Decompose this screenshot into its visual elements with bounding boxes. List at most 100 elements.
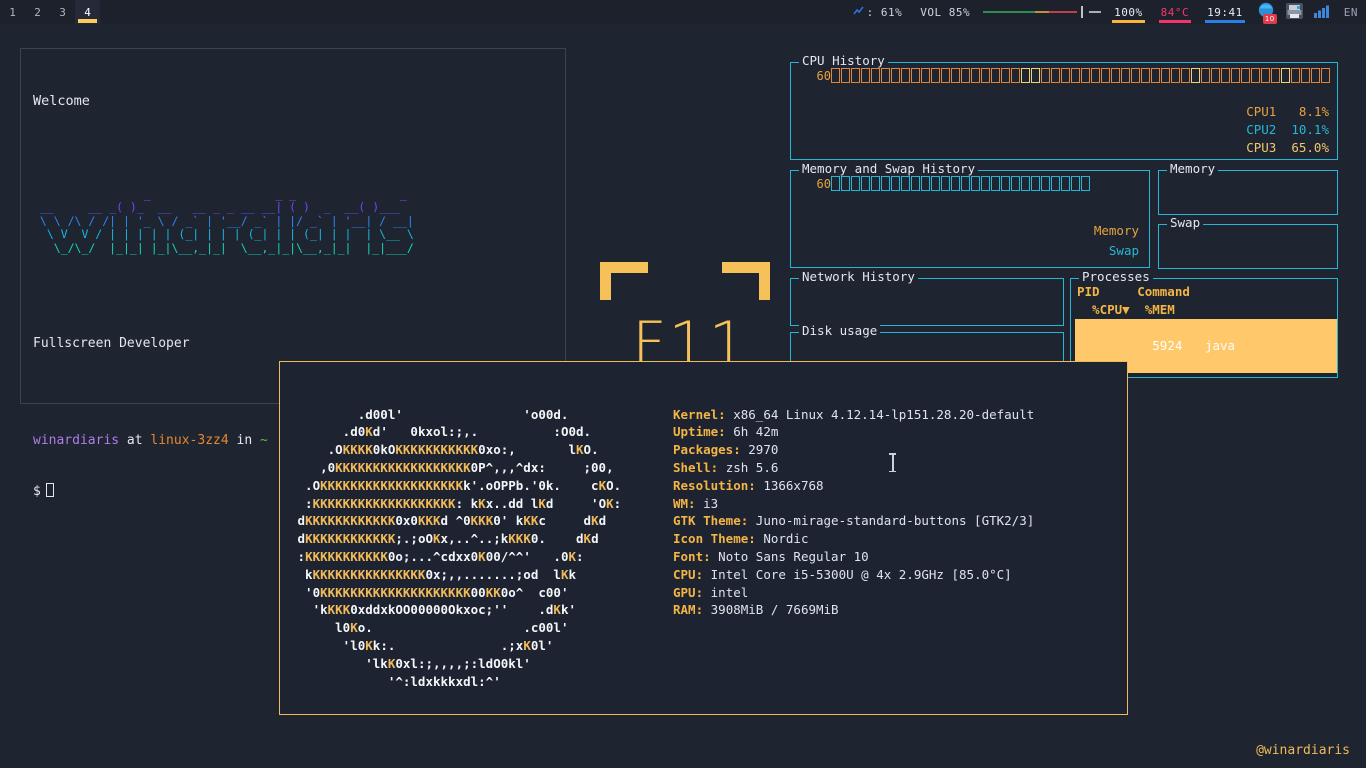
neofetch-info-key: Kernel:: [673, 406, 726, 422]
cpu-history-bar: [1291, 68, 1300, 83]
workspace-button-3[interactable]: 3: [50, 0, 75, 24]
neofetch-info-key: WM:: [673, 495, 696, 511]
cpu-history-bar: [871, 68, 880, 83]
brightness-label: : 61%: [866, 5, 903, 19]
processes-header-row-1[interactable]: PID Command: [1077, 283, 1337, 301]
language-block[interactable]: EN: [1335, 0, 1360, 24]
neofetch-info-value: zsh 5.6: [725, 459, 779, 475]
desktop-root: 1 2 3 4 : 61% VOL 85% 100% 84°C 19:41 10…: [0, 0, 1366, 768]
neofetch-info-key: Font:: [673, 548, 711, 564]
cpu1-name: CPU1: [1246, 104, 1277, 119]
volume-block[interactable]: VOL 85%: [911, 0, 979, 24]
neofetch-info-value: 3908MiB / 7669MiB: [710, 602, 839, 618]
ascii-line-4: \ V V / | | | | | (_| | | | (_| | | (_| …: [33, 227, 414, 242]
brightness-block[interactable]: : 61%: [844, 0, 912, 24]
neofetch-terminal-window[interactable]: .d00l' 'o00d. .d0Kd' 0kxol:;,. :O0d. .OK…: [279, 361, 1128, 715]
neofetch-info-value: Nordic: [763, 531, 809, 547]
tray-printer[interactable]: [1280, 0, 1309, 24]
cpu-history-bar: [1171, 68, 1180, 83]
memswap-history-body: 60 Memory Swap: [791, 171, 1149, 267]
battery-block[interactable]: 100%: [1105, 0, 1152, 24]
cpu-history-bar: [1111, 68, 1120, 83]
cpu-history-bar: [841, 68, 850, 83]
cpu-history-bar: [1231, 68, 1240, 83]
ascii-art-line: kKKKKKKKKKKKKKKK0x;,,.......;od lKk: [290, 566, 576, 582]
workspace-list: 1 2 3 4: [0, 0, 100, 24]
cpu-history-panel[interactable]: CPU History 60 CPU1 8.1% CPU2 10.1% CPU3…: [790, 54, 1338, 160]
memswap-history-bar: [931, 176, 940, 191]
prompt-at: at: [126, 433, 143, 449]
text-cursor: [45, 483, 54, 498]
system-monitor-window[interactable]: CPU History 60 CPU1 8.1% CPU2 10.1% CPU3…: [776, 48, 1338, 378]
i3-status-bar: 1 2 3 4 : 61% VOL 85% 100% 84°C 19:41 10…: [0, 0, 1366, 24]
memswap-history-bar: [1021, 176, 1030, 191]
updates-icon: 10: [1257, 2, 1277, 24]
neofetch-info-value: 6h 42m: [733, 424, 779, 440]
ascii-art-line: ,0KKKKKKKKKKKKKKKKKK0P^,,,^dx: ;00,: [290, 459, 614, 475]
process-command: java: [1204, 338, 1236, 353]
ascii-art-line: 'kKKK0xddxkOO00000Okxoc;'' .dKk': [290, 602, 577, 618]
workspace-button-2[interactable]: 2: [25, 0, 50, 24]
cpu-history-bar: [861, 68, 870, 83]
cpu-history-bar: [891, 68, 900, 83]
cpu-history-bar: [1251, 68, 1260, 83]
cpu3-name: CPU3: [1246, 140, 1277, 155]
cpu-history-bar: [1121, 68, 1130, 83]
clock-block[interactable]: 19:41: [1198, 0, 1252, 24]
neofetch-info-key: GTK Theme:: [673, 513, 749, 529]
welcome-ascii-banner: _ _ _ _ __ __ _( )_ __ __ _ _ __ __| ( )…: [33, 187, 553, 255]
cpu-history-body: 60 CPU1 8.1% CPU2 10.1% CPU3 65.0%: [791, 63, 1337, 159]
network-history-panel[interactable]: Network History: [790, 270, 1064, 326]
battery-underline: [1112, 20, 1145, 23]
cpu-history-bar: [1101, 68, 1110, 83]
legend-memory: Memory: [1093, 223, 1139, 238]
temperature-block[interactable]: 84°C: [1152, 0, 1199, 24]
cpu-history-bar: [931, 68, 940, 83]
cpu-history-bar: [1281, 68, 1290, 83]
neofetch-info-value: Intel Core i5-5300U @ 4x 2.9GHz [85.0°C]: [710, 566, 1012, 582]
ascii-art-line: .OKKKKKKKKKKKKKKKKKKKk'.oOPPb.'0k. cKO.: [290, 477, 622, 493]
updates-badge: 10: [1262, 13, 1277, 24]
tray-updates[interactable]: 10: [1252, 0, 1280, 24]
memswap-history-bar: [991, 176, 1000, 191]
neofetch-info-value: Juno-mirage-standard-buttons [GTK2/3]: [755, 513, 1035, 529]
workspace-label: 3: [59, 5, 66, 19]
ascii-line-1: _ _ _ _: [33, 187, 449, 201]
welcome-terminal-window[interactable]: Welcome _ _ _ _ __ __ _( )_ __ __ _ _ __…: [20, 48, 566, 499]
cpu-history-bar: [1061, 68, 1070, 83]
volume-slider[interactable]: [979, 0, 1105, 24]
neofetch-info-row: GPU: intel: [673, 584, 1117, 602]
network-history-title: Network History: [799, 270, 918, 284]
memory-gauge-panel[interactable]: Memory: [1158, 162, 1338, 215]
processes-header-row-2[interactable]: %CPU▼ %MEM: [1077, 301, 1337, 319]
neofetch-info-row: CPU: Intel Core i5-5300U @ 4x 2.9GHz [85…: [673, 566, 1117, 584]
ascii-art-line: '^:ldxkkkxdl:^': [290, 673, 501, 689]
cpu-history-bar: [1011, 68, 1020, 83]
cpu-history-bar: [831, 68, 840, 83]
legend-swap: Swap: [1108, 243, 1139, 258]
cpu-history-bar: [1161, 68, 1170, 83]
neofetch-info-row: GTK Theme: Juno-mirage-standard-buttons …: [673, 512, 1117, 530]
prompt-sigil: $: [33, 484, 41, 500]
neofetch-info-value: x86_64 Linux 4.12.14-lp151.28.20-default: [733, 406, 1035, 422]
workspace-button-1[interactable]: 1: [0, 0, 25, 24]
memswap-history-bar: [861, 176, 870, 191]
neofetch-info-value: i3: [703, 495, 719, 511]
ascii-art-line: dKKKKKKKKKKKK0x0KKKd ^0KKK0' kKKc dKd: [290, 513, 607, 529]
cpu-history-bar: [1191, 68, 1200, 83]
memswap-history-bar: [981, 176, 990, 191]
neofetch-info-row: RAM: 3908MiB / 7669MiB: [673, 601, 1117, 619]
prompt-user: winardiaris: [33, 433, 120, 449]
cpu3-value: 65.0%: [1291, 140, 1329, 155]
memory-swap-history-panel[interactable]: Memory and Swap History 60 Memory Swap: [790, 162, 1150, 268]
neofetch-columns: .d00l' 'o00d. .d0Kd' 0kxol:;,. :O0d. .OK…: [290, 406, 1117, 691]
cpu-history-bar: [1071, 68, 1080, 83]
tray-signal[interactable]: [1309, 0, 1335, 24]
cpu-history-bar: [1271, 68, 1280, 83]
workspace-button-4[interactable]: 4: [75, 0, 100, 24]
memswap-history-bar: [1081, 176, 1090, 191]
cpu-history-bar: [1311, 68, 1320, 83]
neofetch-info-row: Packages: 2970: [673, 441, 1117, 459]
neofetch-info-key: Icon Theme:: [673, 531, 756, 547]
swap-gauge-panel[interactable]: Swap: [1158, 216, 1338, 269]
